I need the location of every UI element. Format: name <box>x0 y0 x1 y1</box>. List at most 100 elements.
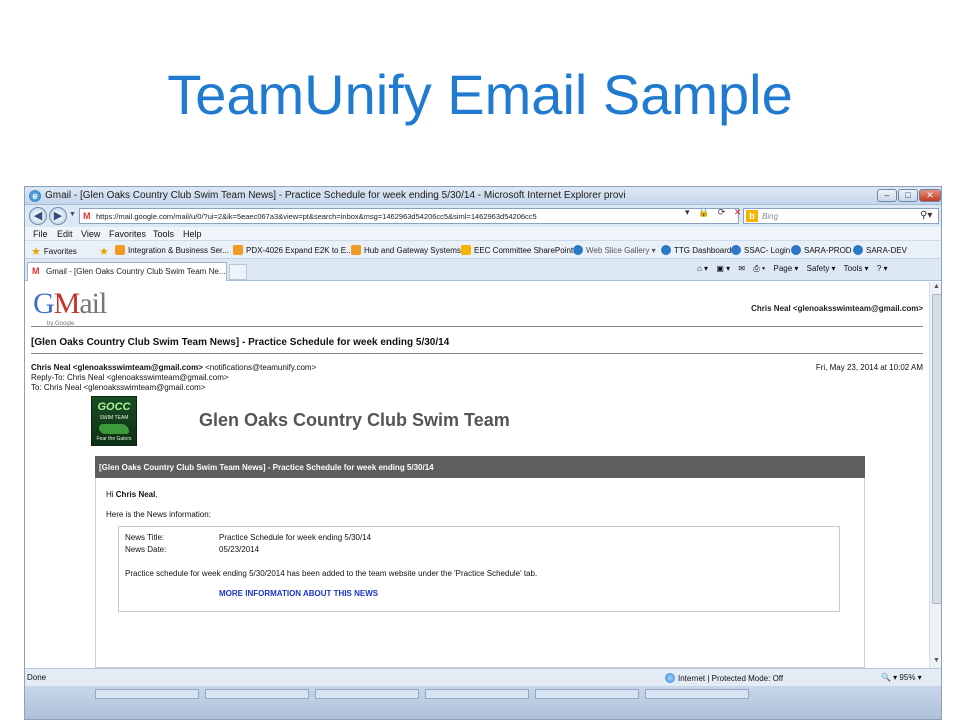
ie-icon: e <box>29 190 41 202</box>
new-tab-button[interactable] <box>229 264 247 280</box>
news-info-box: News Title: Practice Schedule for week e… <box>118 526 840 612</box>
page-menu[interactable]: Page ▾ <box>774 264 799 273</box>
ie-page-icon <box>791 245 801 255</box>
zoom-control[interactable]: 🔍 ▾ 95% ▾ <box>881 673 922 682</box>
email-date: Fri, May 23, 2014 at 10:02 AM <box>815 363 923 372</box>
forward-button[interactable]: ▶ <box>49 207 67 225</box>
tab-gmail[interactable]: M Gmail - [Glen Oaks Country Club Swim T… <box>27 262 227 281</box>
fav-sara-dev[interactable]: SARA-DEV <box>853 245 907 255</box>
more-info-link[interactable]: MORE INFORMATION ABOUT THIS NEWS <box>219 589 378 598</box>
stop-icon[interactable]: ✕ <box>734 207 742 218</box>
fav-ssac[interactable]: SSAC- Login <box>731 245 790 255</box>
ie-page-icon <box>661 245 671 255</box>
tab-label: Gmail - [Glen Oaks Country Club Swim Tea… <box>46 267 226 276</box>
close-button[interactable]: ✕ <box>919 189 941 202</box>
menu-view[interactable]: View <box>81 229 100 239</box>
email-from: Chris Neal <glenoaksswimteam@gmail.com> … <box>31 363 316 372</box>
email-subject: [Glen Oaks Country Club Swim Team News] … <box>31 337 450 348</box>
taskbar-button[interactable] <box>535 689 639 699</box>
page-icon <box>115 245 125 255</box>
ie-page-icon <box>731 245 741 255</box>
window-titlebar: e Gmail - [Glen Oaks Country Club Swim T… <box>25 187 941 205</box>
search-box[interactable]: b Bing ⚲▾ <box>743 208 939 224</box>
window-title: Gmail - [Glen Oaks Country Club Swim Tea… <box>45 190 626 201</box>
search-placeholder: Bing <box>762 212 779 221</box>
club-logo: GOCC SWIM TEAM Fear the Gators <box>91 396 137 446</box>
fav-ttg[interactable]: TTG Dashboard <box>661 245 731 255</box>
status-text: Done <box>27 673 47 682</box>
bing-icon: b <box>746 210 758 222</box>
intro-text: Here is the News information: <box>106 510 211 519</box>
menu-edit[interactable]: Edit <box>57 229 73 239</box>
feeds-icon[interactable]: ▣ ▾ <box>716 264 730 273</box>
home-icon[interactable]: ⌂ ▾ <box>697 264 708 273</box>
taskbar-button[interactable] <box>315 689 419 699</box>
greeting-name: Chris Neal <box>115 490 156 499</box>
add-favorite-icon[interactable]: ★ <box>99 245 112 258</box>
taskbar <box>25 686 941 719</box>
menu-help[interactable]: Help <box>183 229 202 239</box>
browser-screenshot: e Gmail - [Glen Oaks Country Club Swim T… <box>24 186 942 720</box>
print-icon[interactable]: ⎙ ▾ <box>753 264 765 273</box>
scroll-down-icon[interactable]: ▼ <box>933 657 940 664</box>
club-name: Glen Oaks Country Club Swim Team <box>199 410 510 430</box>
fav-pdx[interactable]: PDX-4026 Expand E2K to E... <box>233 245 353 255</box>
ie-page-icon <box>573 245 583 255</box>
fav-integration[interactable]: Integration & Business Ser... <box>115 245 229 255</box>
news-date-value: 05/23/2014 <box>219 545 260 554</box>
lock-icon[interactable]: 🔒 <box>698 207 709 218</box>
status-bar: Done Internet | Protected Mode: Off 🔍 ▾ … <box>25 668 941 686</box>
security-zone: Internet | Protected Mode: Off <box>665 673 783 683</box>
fav-eec[interactable]: EEC Committee SharePoint <box>461 245 573 255</box>
address-dropdown-icon[interactable]: ▾ <box>685 207 690 218</box>
news-title-label: News Title: <box>125 533 165 542</box>
scroll-up-icon[interactable]: ▲ <box>933 283 940 290</box>
search-icon[interactable]: ⚲▾ <box>920 210 932 221</box>
mail-icon[interactable]: ✉ <box>738 264 745 273</box>
address-row: ◀ ▶ ▼ M https://mail.google.com/mail/u/0… <box>25 205 941 227</box>
account-user: Chris Neal <glenoaksswimteam@gmail.com> <box>751 304 923 313</box>
history-dropdown-icon[interactable]: ▼ <box>69 211 76 218</box>
greeting: Hi Chris Neal, <box>106 490 158 499</box>
vertical-scrollbar[interactable]: ▲ ▼ <box>929 282 941 668</box>
taskbar-button[interactable] <box>425 689 529 699</box>
minimize-button[interactable]: – <box>877 189 897 202</box>
globe-icon <box>665 673 675 683</box>
club-logo-text: GOCC <box>97 401 131 413</box>
news-date-label: News Date: <box>125 545 167 554</box>
menu-tools[interactable]: Tools <box>153 229 174 239</box>
page-icon <box>351 245 361 255</box>
from-via: <notifications@teamunify.com> <box>205 363 317 372</box>
fav-hub[interactable]: Hub and Gateway Systems <box>351 245 461 255</box>
menu-bar: File Edit View Favorites Tools Help <box>25 227 941 241</box>
command-bar: ⌂ ▾ ▣ ▾ ✉ ⎙ ▾ Page ▾ Safety ▾ Tools ▾ ? … <box>697 264 894 274</box>
ie-page-icon <box>853 245 863 255</box>
favorites-button[interactable]: ★ Favorites <box>31 245 77 258</box>
star-icon: ★ <box>31 246 41 258</box>
news-title-value: Practice Schedule for week ending 5/30/1… <box>219 533 372 542</box>
email-to: To: Chris Neal <glenoaksswimteam@gmail.c… <box>31 383 206 392</box>
page-icon <box>461 245 471 255</box>
address-bar[interactable]: M https://mail.google.com/mail/u/0/?ui=2… <box>79 208 739 224</box>
help-icon[interactable]: ? ▾ <box>877 264 888 273</box>
gator-icon <box>99 424 129 434</box>
favorites-bar: ★ Favorites ★ Integration & Business Ser.… <box>25 241 941 259</box>
divider <box>31 353 923 354</box>
refresh-icon[interactable]: ⟳ <box>718 207 726 218</box>
taskbar-button[interactable] <box>95 689 199 699</box>
fav-web-slice[interactable]: Web Slice Gallery ▾ <box>573 245 656 255</box>
tools-menu[interactable]: Tools ▾ <box>844 264 869 273</box>
news-card: Hi Chris Neal, Here is the News informat… <box>95 478 865 668</box>
menu-file[interactable]: File <box>33 229 48 239</box>
address-url: https://mail.google.com/mail/u/0/?ui=2&i… <box>96 212 537 221</box>
email-reply-to: Reply-To: Chris Neal <glenoaksswimteam@g… <box>31 373 229 382</box>
fav-sara-prod[interactable]: SARA-PROD <box>791 245 852 255</box>
club-logo-sub: SWIM TEAM <box>99 415 129 421</box>
back-button[interactable]: ◀ <box>29 207 47 225</box>
taskbar-button[interactable] <box>645 689 749 699</box>
scroll-thumb[interactable] <box>932 294 941 604</box>
maximize-button[interactable]: □ <box>898 189 918 202</box>
menu-favorites[interactable]: Favorites <box>109 229 146 239</box>
taskbar-button[interactable] <box>205 689 309 699</box>
safety-menu[interactable]: Safety ▾ <box>807 264 836 273</box>
